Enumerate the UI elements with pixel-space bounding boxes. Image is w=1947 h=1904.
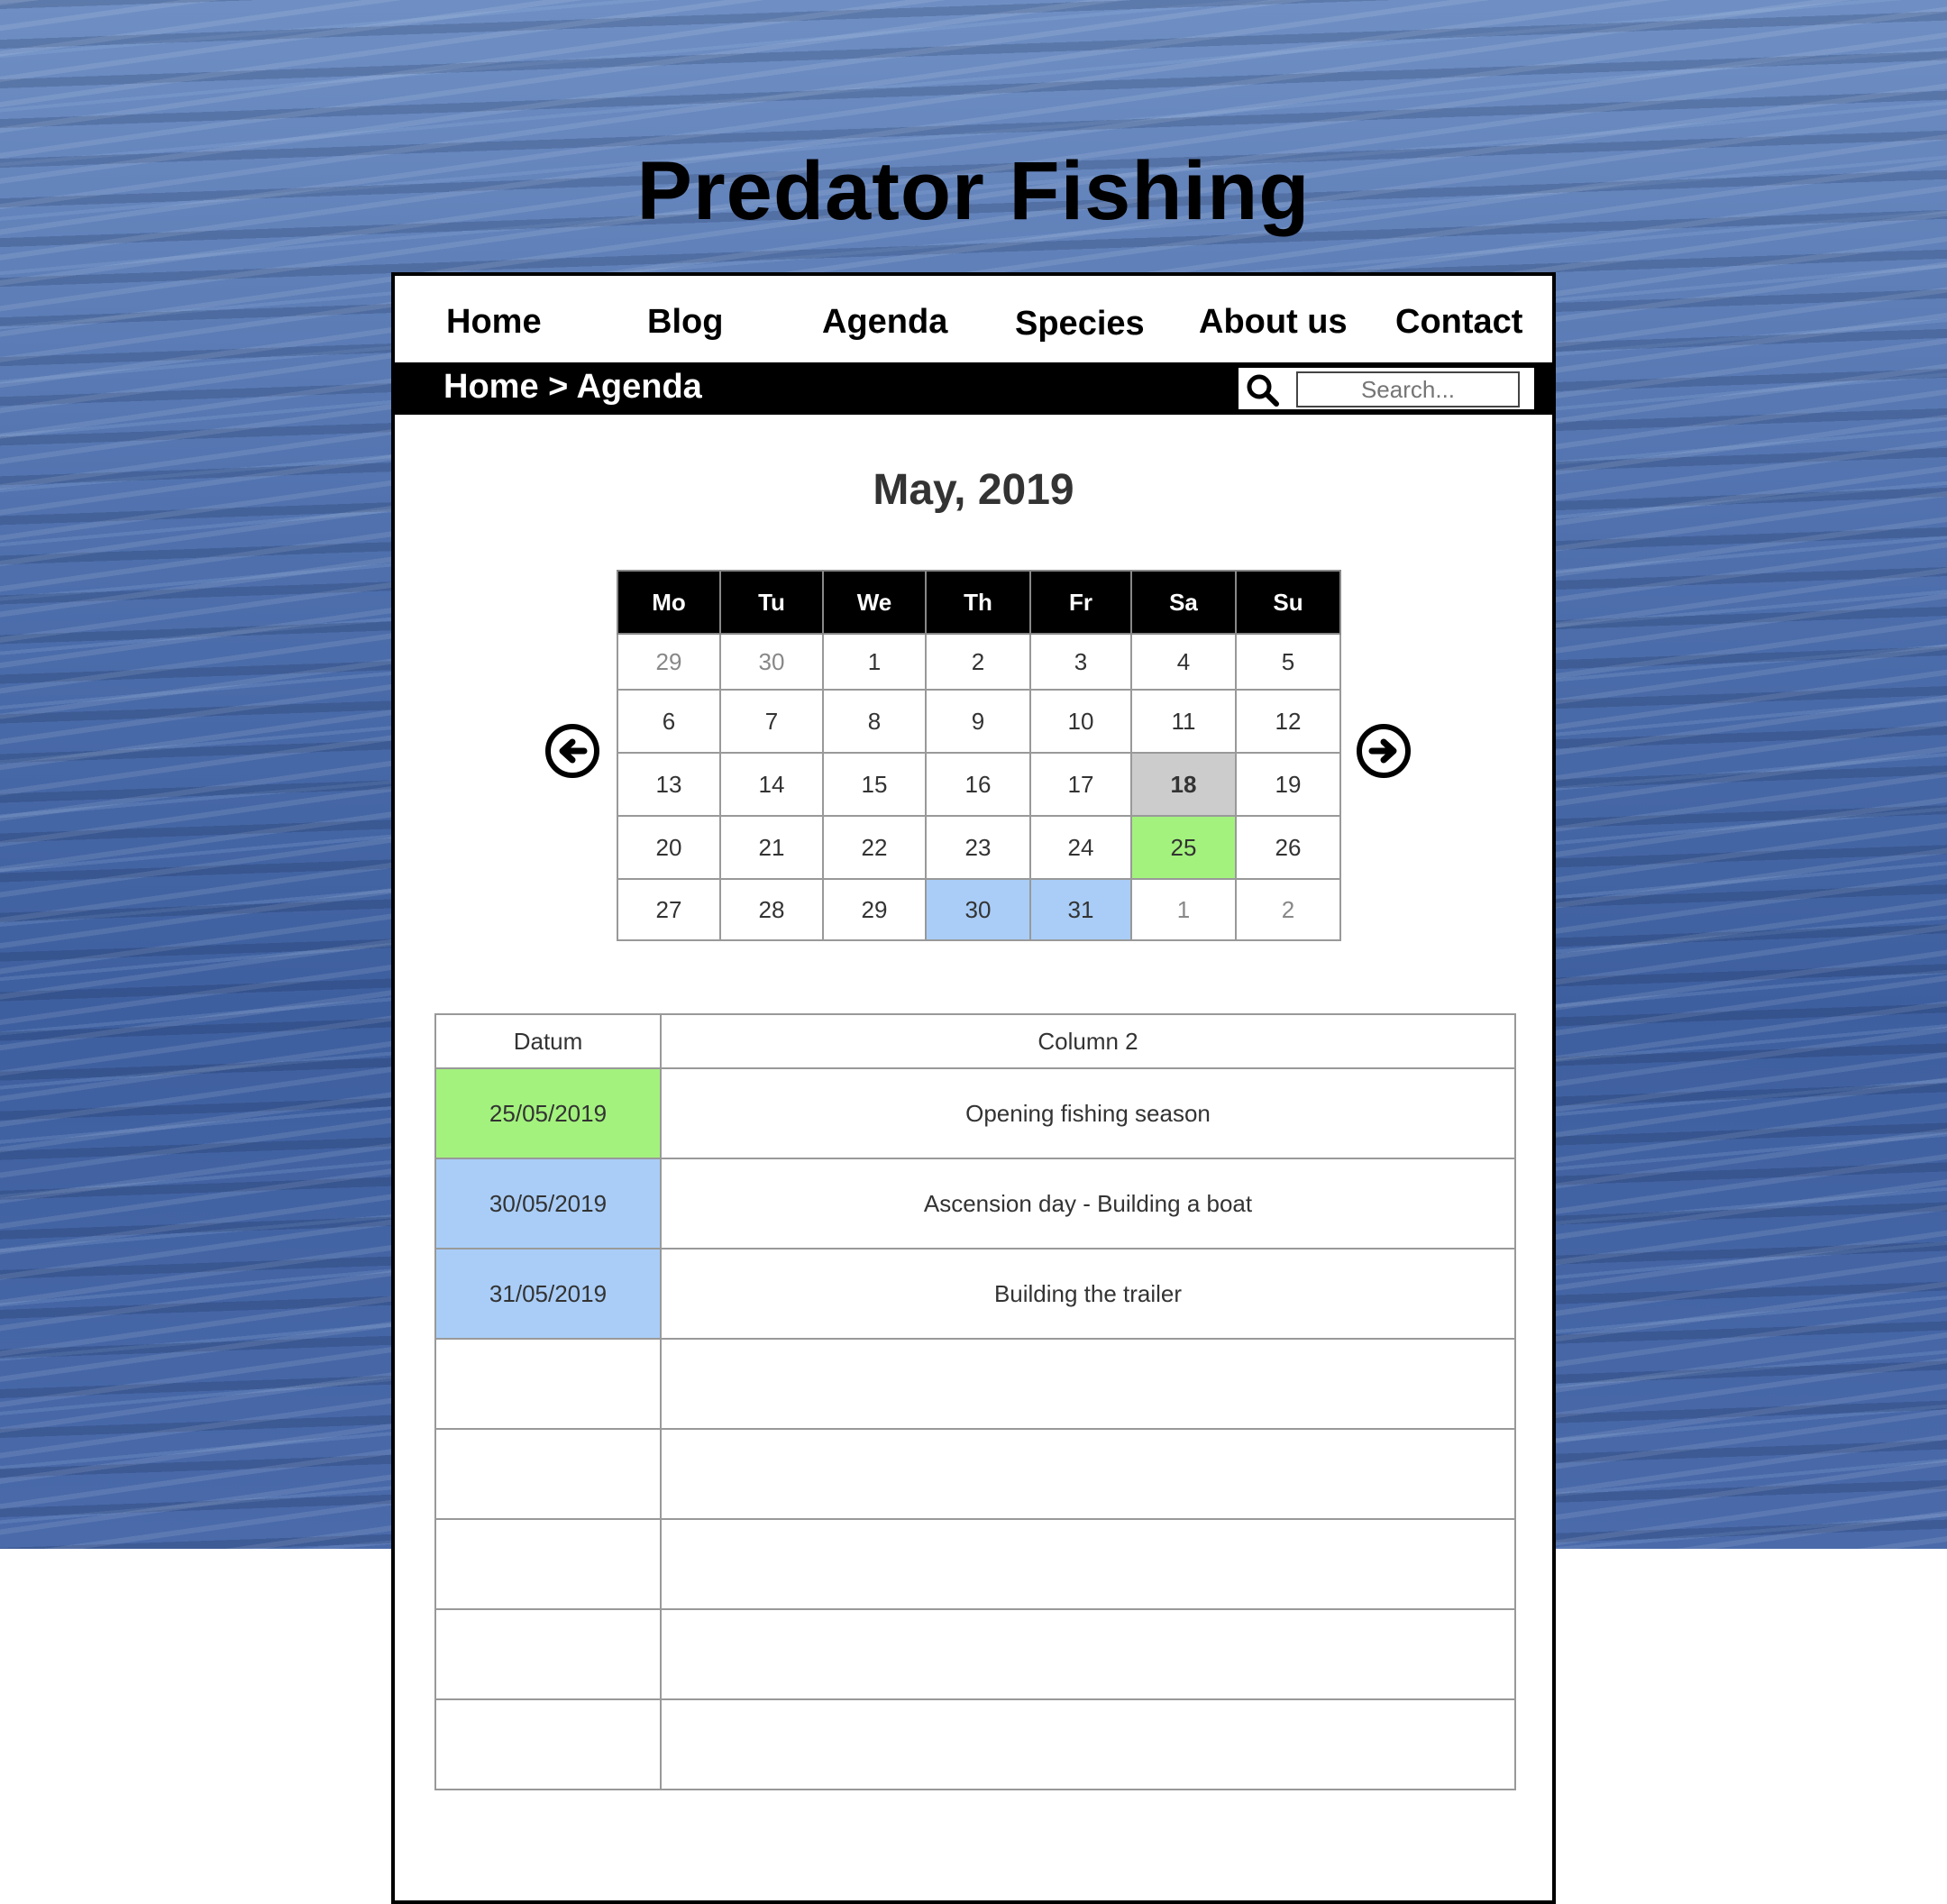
calendar-day[interactable]: 8 xyxy=(822,689,927,754)
calendar-body: 29 30 1 2 3 4 5 6 7 8 9 10 11 12 13 14 15 16 17 18 19 20 21 22 2… xyxy=(617,633,1341,941)
calendar-day[interactable]: 21 xyxy=(719,815,824,880)
agenda-row xyxy=(434,1428,1516,1520)
main-nav: Home Blog Agenda Species About us Contac… xyxy=(395,276,1552,362)
agenda-date-cell: 30/05/2019 xyxy=(434,1158,662,1250)
calendar-day[interactable]: 25 xyxy=(1130,815,1237,880)
calendar-day[interactable]: 14 xyxy=(719,752,824,817)
nav-about-us[interactable]: About us xyxy=(1199,303,1348,342)
weekday-header: Tu xyxy=(719,570,824,635)
calendar-week-row: 27 28 29 30 31 1 2 xyxy=(617,878,1341,941)
breadcrumb-bar: Home > Agenda xyxy=(391,362,1556,415)
agenda-event-cell: Building the trailer xyxy=(660,1248,1516,1340)
calendar-day[interactable]: 3 xyxy=(1029,633,1132,691)
search-icon[interactable] xyxy=(1244,371,1282,409)
calendar-day[interactable]: 30 xyxy=(719,633,824,691)
agenda-date-cell xyxy=(434,1698,662,1790)
agenda-event-cell xyxy=(660,1428,1516,1520)
agenda-header-column-2: Column 2 xyxy=(660,1013,1516,1069)
calendar-day[interactable]: 11 xyxy=(1130,689,1237,754)
calendar-day[interactable]: 28 xyxy=(719,878,824,941)
weekday-header: Fr xyxy=(1029,570,1132,635)
agenda-event-cell xyxy=(660,1698,1516,1790)
agenda-event-cell: Ascension day - Building a boat xyxy=(660,1158,1516,1250)
weekday-header: Su xyxy=(1235,570,1341,635)
calendar-day[interactable]: 10 xyxy=(1029,689,1132,754)
calendar-day[interactable]: 1 xyxy=(822,633,927,691)
agenda-row xyxy=(434,1338,1516,1430)
nav-blog[interactable]: Blog xyxy=(647,303,723,342)
agenda-row: 30/05/2019 Ascension day - Building a boa… xyxy=(434,1158,1516,1250)
calendar-day[interactable]: 2 xyxy=(1235,878,1341,941)
agenda-date-cell: 25/05/2019 xyxy=(434,1067,662,1159)
calendar-week-row: 13 14 15 16 17 18 19 xyxy=(617,752,1341,817)
nav-contact[interactable]: Contact xyxy=(1395,303,1522,342)
agenda-event-cell xyxy=(660,1518,1516,1610)
calendar-day[interactable]: 6 xyxy=(617,689,721,754)
calendar-week-row: 20 21 22 23 24 25 26 xyxy=(617,815,1341,880)
breadcrumb[interactable]: Home > Agenda xyxy=(443,368,702,407)
agenda-event-cell: Opening fishing season xyxy=(660,1067,1516,1159)
agenda-body: 25/05/2019 Opening fishing season 30/05/20… xyxy=(434,1067,1516,1790)
weekday-header: Th xyxy=(925,570,1031,635)
calendar-day[interactable]: 4 xyxy=(1130,633,1237,691)
search-box xyxy=(1237,366,1536,411)
agenda-table: Datum Column 2 25/05/2019 Opening fishing… xyxy=(434,1013,1516,1790)
weekday-header: Sa xyxy=(1130,570,1237,635)
calendar-day[interactable]: 19 xyxy=(1235,752,1341,817)
calendar-day[interactable]: 29 xyxy=(617,633,721,691)
calendar-day[interactable]: 31 xyxy=(1029,878,1132,941)
agenda-date-cell xyxy=(434,1338,662,1430)
agenda-event-cell xyxy=(660,1608,1516,1700)
agenda-row xyxy=(434,1698,1516,1790)
calendar-day[interactable]: 29 xyxy=(822,878,927,941)
search-input[interactable] xyxy=(1296,371,1520,407)
month-title: May, 2019 xyxy=(873,466,1074,514)
agenda-row: 25/05/2019 Opening fishing season xyxy=(434,1067,1516,1159)
calendar-week-row: 6 7 8 9 10 11 12 xyxy=(617,689,1341,754)
calendar-day[interactable]: 7 xyxy=(719,689,824,754)
next-month-arrow-icon[interactable] xyxy=(1356,723,1412,779)
calendar-day[interactable]: 9 xyxy=(925,689,1031,754)
nav-home[interactable]: Home xyxy=(446,303,542,342)
calendar-day[interactable]: 17 xyxy=(1029,752,1132,817)
weekday-header: Mo xyxy=(617,570,721,635)
calendar-day[interactable]: 30 xyxy=(925,878,1031,941)
calendar-day[interactable]: 2 xyxy=(925,633,1031,691)
calendar-weekday-row: Mo Tu We Th Fr Sa Su xyxy=(617,570,1341,635)
agenda-row: 31/05/2019 Building the trailer xyxy=(434,1248,1516,1340)
calendar-week-row: 29 30 1 2 3 4 5 xyxy=(617,633,1341,691)
weekday-header: We xyxy=(822,570,927,635)
agenda-date-cell: 31/05/2019 xyxy=(434,1248,662,1340)
agenda-event-cell xyxy=(660,1338,1516,1430)
content-panel: Home Blog Agenda Species About us Contac… xyxy=(391,272,1556,1904)
agenda-header-row: Datum Column 2 xyxy=(434,1013,1516,1069)
calendar-day[interactable]: 26 xyxy=(1235,815,1341,880)
calendar-day[interactable]: 15 xyxy=(822,752,927,817)
agenda-date-cell xyxy=(434,1428,662,1520)
calendar-day[interactable]: 18 xyxy=(1130,752,1237,817)
calendar-day[interactable]: 1 xyxy=(1130,878,1237,941)
calendar-day[interactable]: 23 xyxy=(925,815,1031,880)
nav-agenda[interactable]: Agenda xyxy=(822,303,947,342)
agenda-row xyxy=(434,1518,1516,1610)
calendar-day[interactable]: 16 xyxy=(925,752,1031,817)
calendar-grid: Mo Tu We Th Fr Sa Su 29 30 1 2 3 4 5 6 7 8 9 10 11 12 13 14 15… xyxy=(617,570,1341,941)
agenda-header-datum: Datum xyxy=(434,1013,662,1069)
calendar-day[interactable]: 5 xyxy=(1235,633,1341,691)
calendar-day[interactable]: 27 xyxy=(617,878,721,941)
agenda-row xyxy=(434,1608,1516,1700)
agenda-date-cell xyxy=(434,1608,662,1700)
site-title: Predator Fishing xyxy=(636,145,1311,237)
calendar-day[interactable]: 13 xyxy=(617,752,721,817)
calendar-day[interactable]: 12 xyxy=(1235,689,1341,754)
calendar-day[interactable]: 24 xyxy=(1029,815,1132,880)
agenda-date-cell xyxy=(434,1518,662,1610)
calendar-day[interactable]: 22 xyxy=(822,815,927,880)
prev-month-arrow-icon[interactable] xyxy=(544,723,600,779)
nav-species[interactable]: Species xyxy=(1015,305,1145,343)
calendar-day[interactable]: 20 xyxy=(617,815,721,880)
